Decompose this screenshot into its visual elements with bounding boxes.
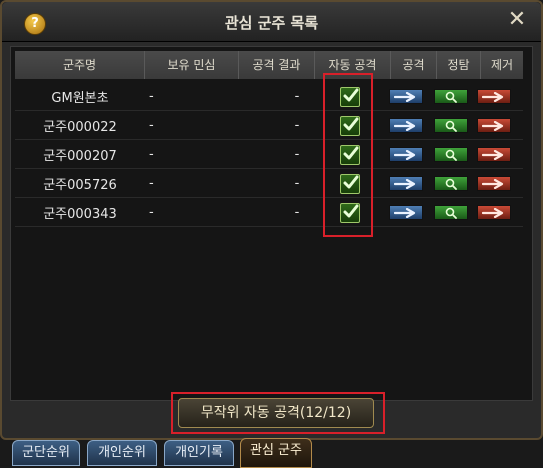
magnifier-icon	[445, 91, 457, 103]
attack-result: -	[294, 205, 300, 220]
magnifier-icon	[445, 149, 457, 161]
remove-cell	[473, 176, 515, 191]
attack-cell	[383, 176, 429, 191]
lord-name: GM원본초	[51, 91, 109, 106]
table-row: GM원본초 - -	[15, 83, 523, 111]
scout-cell	[429, 89, 473, 104]
tab-corps-rank[interactable]: 군단순위	[12, 440, 80, 466]
table-row: 군주000022 - -	[15, 112, 523, 140]
auto-attack-cell	[317, 202, 383, 223]
lord-name: 군주000022	[43, 120, 117, 135]
lord-loyalty: -	[149, 89, 154, 104]
bottom-tabs: 군단순위 개인순위 개인기록 관심 군주	[0, 438, 543, 468]
arrow-right-red-icon	[482, 207, 504, 218]
attack-button[interactable]	[389, 118, 423, 133]
attack-button[interactable]	[389, 205, 423, 220]
lord-name: 군주005726	[43, 178, 117, 193]
header-auto-attack: 자동 공격	[315, 51, 391, 79]
random-auto-attack-button[interactable]: 무작위 자동 공격(12/12)	[178, 398, 374, 428]
lord-name: 군주000343	[43, 207, 117, 222]
arrow-right-icon	[394, 120, 416, 131]
header-remove: 제거	[490, 58, 514, 72]
remove-button[interactable]	[477, 89, 511, 104]
header-result: 공격 결과	[239, 51, 315, 79]
lord-loyalty: -	[149, 205, 154, 220]
scout-button[interactable]	[434, 118, 468, 133]
scout-cell	[429, 118, 473, 133]
tab-interest-lords[interactable]: 관심 군주	[240, 438, 312, 468]
attack-button[interactable]	[389, 147, 423, 162]
table-header: 군주명 보유 민심 공격 결과 자동 공격 공격 정탐 제거	[15, 51, 523, 79]
scout-cell	[429, 176, 473, 191]
arrow-right-red-icon	[482, 120, 504, 131]
auto-attack-cell	[317, 115, 383, 136]
auto-attack-checkbox[interactable]	[340, 144, 360, 165]
auto-attack-cell	[317, 86, 383, 107]
tab-personal-rank[interactable]: 개인순위	[87, 440, 157, 466]
attack-result: -	[294, 147, 300, 162]
auto-attack-checkbox[interactable]	[340, 86, 360, 107]
remove-cell	[473, 147, 515, 162]
attack-cell	[383, 118, 429, 133]
scout-cell	[429, 205, 473, 220]
remove-button[interactable]	[477, 205, 511, 220]
check-icon	[343, 204, 359, 217]
magnifier-icon	[445, 120, 457, 132]
attack-button[interactable]	[389, 89, 423, 104]
attack-result: -	[294, 89, 300, 104]
attack-result: -	[294, 118, 300, 133]
auto-attack-checkbox[interactable]	[340, 173, 360, 194]
lord-loyalty: -	[149, 118, 154, 133]
table-row: 군주005726 - -	[15, 170, 523, 198]
auto-attack-checkbox[interactable]	[340, 202, 360, 223]
remove-cell	[473, 118, 515, 133]
magnifier-icon	[445, 178, 457, 190]
arrow-right-red-icon	[482, 178, 504, 189]
magnifier-icon	[445, 207, 457, 219]
close-icon[interactable]: ✕	[505, 8, 529, 32]
check-icon	[343, 146, 359, 159]
auto-attack-cell	[317, 144, 383, 165]
attack-result: -	[294, 176, 300, 191]
scout-button[interactable]	[434, 205, 468, 220]
remove-button[interactable]	[477, 118, 511, 133]
attack-cell	[383, 147, 429, 162]
title-bar: ? 관심 군주 목록 ✕	[2, 2, 541, 42]
arrow-right-icon	[394, 149, 416, 160]
scout-button[interactable]	[434, 147, 468, 162]
remove-button[interactable]	[477, 176, 511, 191]
window-title: 관심 군주 목록	[224, 14, 319, 32]
check-icon	[343, 117, 359, 130]
lord-name: 군주000207	[43, 149, 117, 164]
check-icon	[343, 88, 359, 101]
attack-cell	[383, 89, 429, 104]
arrow-right-icon	[394, 91, 416, 102]
scout-button[interactable]	[434, 176, 468, 191]
attack-cell	[383, 205, 429, 220]
auto-attack-cell	[317, 173, 383, 194]
remove-button[interactable]	[477, 147, 511, 162]
arrow-right-icon	[394, 207, 416, 218]
header-scout: 정탐	[437, 51, 481, 79]
table-row: 군주000207 - -	[15, 141, 523, 169]
attack-button[interactable]	[389, 176, 423, 191]
check-icon	[343, 175, 359, 188]
scout-cell	[429, 147, 473, 162]
table-row: 군주000343 - -	[15, 199, 523, 227]
header-name: 군주명	[15, 51, 145, 79]
arrow-right-red-icon	[482, 91, 504, 102]
arrow-right-red-icon	[482, 149, 504, 160]
arrow-right-icon	[394, 178, 416, 189]
auto-attack-checkbox[interactable]	[340, 115, 360, 136]
lord-loyalty: -	[149, 176, 154, 191]
tab-personal-record[interactable]: 개인기록	[164, 440, 234, 466]
lord-loyalty: -	[149, 147, 154, 162]
scout-button[interactable]	[434, 89, 468, 104]
header-loyalty: 보유 민심	[145, 51, 239, 79]
remove-cell	[473, 89, 515, 104]
interest-lords-window: ? 관심 군주 목록 ✕ 군주명 보유 민심 공격 결과 자동 공격 공격 정탐…	[0, 0, 543, 440]
lords-table-panel: 군주명 보유 민심 공격 결과 자동 공격 공격 정탐 제거 GM원본초 - -	[10, 46, 533, 401]
header-attack: 공격	[391, 51, 437, 79]
remove-cell	[473, 205, 515, 220]
